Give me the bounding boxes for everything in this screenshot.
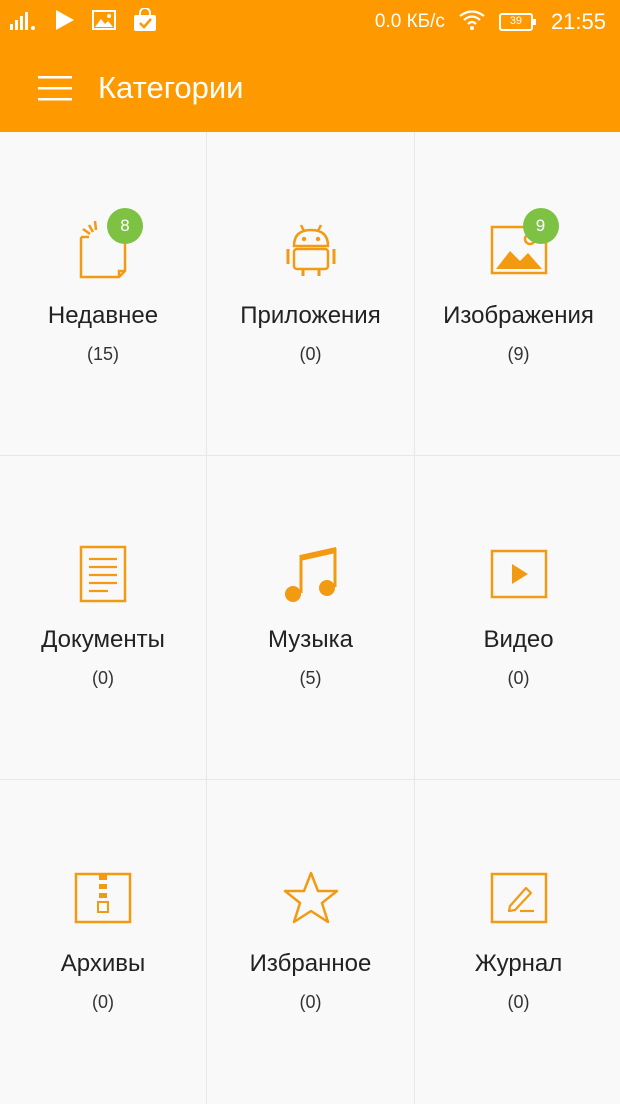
icon-container: 9 (489, 208, 559, 280)
document-icon (79, 545, 127, 603)
category-count: (0) (507, 992, 530, 1012)
journal-icon (490, 872, 547, 924)
category-apps[interactable]: Приложения (0) (207, 132, 414, 455)
category-count: (0) (92, 992, 114, 1012)
category-label: Недавнее (47, 302, 159, 329)
category-count: (5) (299, 668, 322, 688)
icon-container (73, 544, 133, 604)
category-count: (0) (507, 668, 530, 688)
category-favorites[interactable]: Избранное (0) (207, 780, 414, 1104)
icon-container (489, 868, 549, 928)
network-speed: 0.0 КБ/с (374, 11, 445, 32)
play-store-icon (54, 9, 76, 36)
gallery-icon (92, 9, 116, 35)
category-video[interactable]: Видео (0) (415, 456, 620, 779)
video-icon (490, 549, 547, 599)
icon-container (73, 868, 133, 928)
category-count: (9) (507, 344, 530, 364)
category-label: Архивы (60, 950, 146, 977)
clock: 21:55 (550, 9, 606, 34)
battery-icon: 39 (498, 12, 537, 32)
archive-icon (74, 872, 132, 924)
app-bar: Категории (0, 44, 620, 132)
menu-button[interactable] (38, 71, 72, 105)
category-journal[interactable]: Журнал (0) (415, 780, 620, 1104)
wifi-icon (459, 9, 485, 35)
category-music[interactable]: Музыка (5) (207, 456, 414, 779)
icon-container (489, 544, 549, 604)
battery-level: 39 (509, 15, 523, 27)
category-label: Журнал (474, 950, 563, 977)
music-icon (284, 547, 336, 602)
category-label: Приложения (240, 302, 381, 329)
badge-count: 9 (522, 208, 559, 244)
category-count: (15) (86, 344, 119, 364)
category-count: (0) (299, 344, 322, 364)
star-icon (283, 871, 338, 924)
categories-grid: 8 Недавнее (15) Приложения (0) 9 Изображ… (0, 132, 620, 1104)
category-images[interactable]: 9 Изображения (9) (415, 132, 620, 455)
category-documents[interactable]: Документы (0) (0, 456, 206, 779)
category-label: Видео (483, 626, 554, 653)
status-bar-left (10, 6, 158, 37)
category-archives[interactable]: Архивы (0) (0, 780, 206, 1104)
icon-container (281, 868, 341, 928)
android-icon (286, 224, 335, 276)
shopping-bag-icon (132, 6, 158, 37)
hamburger-icon (38, 76, 72, 101)
category-count: (0) (299, 992, 322, 1012)
signal-icon (10, 10, 38, 35)
category-label: Избранное (249, 950, 372, 977)
category-recent[interactable]: 8 Недавнее (15) (0, 132, 206, 455)
category-label: Изображения (443, 302, 594, 329)
category-label: Документы (41, 626, 165, 653)
badge-count: 8 (107, 208, 143, 244)
category-label: Музыка (268, 626, 353, 653)
status-bar-right: 0.0 КБ/с 39 21:55 (375, 9, 606, 35)
status-bar: 0.0 КБ/с 39 21:55 (0, 0, 620, 44)
page-title: Категории (98, 70, 244, 105)
category-count: (0) (92, 668, 114, 688)
icon-container (281, 220, 341, 280)
icon-container: 8 (73, 208, 143, 280)
icon-container (281, 544, 341, 604)
